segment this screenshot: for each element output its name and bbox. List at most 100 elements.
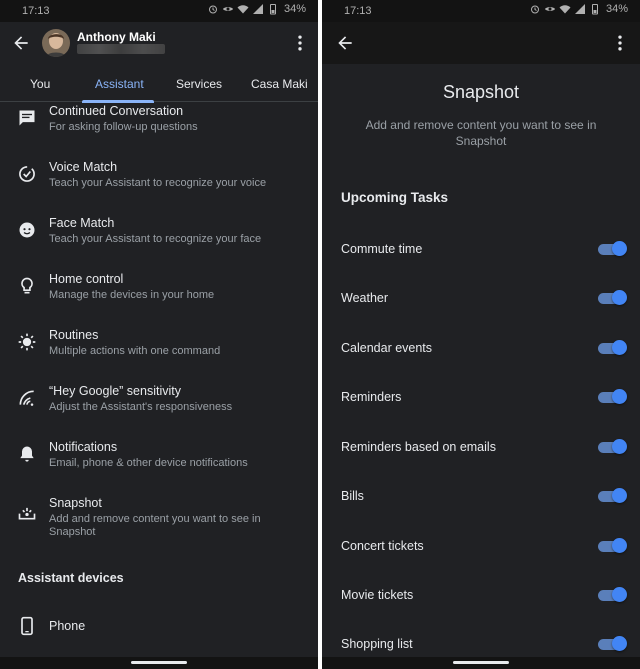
device-phone[interactable]: Phone <box>0 614 318 644</box>
toggle-row-movie-tickets[interactable]: Movie tickets <box>322 584 640 606</box>
overflow-menu-button[interactable] <box>288 31 312 55</box>
assistant-settings-screen: 17:13 34% Anthony Maki You Assistant Ser… <box>0 0 318 669</box>
eye-icon <box>544 7 555 11</box>
toggle-row-weather[interactable]: Weather <box>322 287 640 309</box>
bills-switch[interactable] <box>598 488 627 503</box>
setting-title: “Hey Google” sensitivity <box>49 384 181 398</box>
signal-icon <box>574 4 585 14</box>
toggle-row-bills[interactable]: Bills <box>322 485 640 507</box>
setting-subtitle: Teach your Assistant to recognize your v… <box>49 177 267 189</box>
setting-title: Snapshot <box>49 496 102 510</box>
toggle-label: Reminders <box>341 390 402 404</box>
setting-subtitle: Manage the devices in your home <box>49 289 215 301</box>
overflow-menu-button[interactable] <box>608 31 632 55</box>
toggle-label: Weather <box>341 291 389 305</box>
toggle-row-concert-tickets[interactable]: Concert tickets <box>322 535 640 557</box>
setting-voice-match[interactable]: Voice Match Teach your Assistant to reco… <box>0 158 318 208</box>
calendar-events-switch[interactable] <box>598 340 627 355</box>
signal-icon <box>252 4 263 14</box>
setting-subtitle: Teach your Assistant to recognize your f… <box>49 233 262 245</box>
toggle-label: Concert tickets <box>341 539 424 553</box>
page-title: Snapshot <box>442 82 520 102</box>
navigation-bar <box>0 657 318 669</box>
movie-tickets-switch[interactable] <box>598 587 627 602</box>
toggle-row-shopping-list[interactable]: Shopping list <box>322 633 640 655</box>
snapshot-settings-screen: 17:13 34% Snapshot Add and remove conten… <box>322 0 640 669</box>
back-button[interactable] <box>9 31 33 55</box>
tab-you[interactable]: You <box>30 77 50 91</box>
shopping-list-switch[interactable] <box>598 636 627 651</box>
setting-subtitle: For asking follow-up questions <box>49 121 198 133</box>
home-gesture-pill[interactable] <box>453 661 509 664</box>
account-email-redacted <box>77 44 165 54</box>
account-name: Anthony Maki <box>77 30 156 44</box>
snapshot-icon <box>17 502 37 522</box>
toggle-label: Commute time <box>341 242 423 256</box>
avatar[interactable] <box>42 29 70 57</box>
upcoming-tasks-heading: Upcoming Tasks <box>341 190 449 205</box>
weather-switch[interactable] <box>598 290 627 305</box>
alarm-icon <box>208 5 217 14</box>
setting-title: Continued Conversation <box>49 104 184 118</box>
toggle-label: Reminders based on emails <box>341 440 496 454</box>
toggle-label: Calendar events <box>341 341 433 355</box>
tab-casa-maki[interactable]: Casa Maki <box>251 77 308 91</box>
battery-icon <box>591 4 598 15</box>
arrow-back-icon <box>14 36 28 50</box>
eye-icon <box>222 7 233 11</box>
setting-subtitle: Add and remove content you want to see i… <box>49 513 261 538</box>
setting-home-control[interactable]: Home control Manage the devices in your … <box>0 270 318 320</box>
home-gesture-pill[interactable] <box>131 661 187 664</box>
toggle-row-reminders[interactable]: Reminders <box>322 386 640 408</box>
setting-snapshot[interactable]: Snapshot Add and remove content you want… <box>0 494 318 554</box>
battery-icon <box>269 4 276 15</box>
account-header: Anthony Maki You Assistant Services Casa… <box>0 22 318 103</box>
toggle-label: Bills <box>341 489 364 503</box>
arrow-back-icon <box>338 36 352 50</box>
setting-notifications[interactable]: Notifications Email, phone & other devic… <box>0 438 318 488</box>
lightbulb-icon <box>17 276 37 296</box>
app-bar <box>322 22 640 64</box>
sensitivity-icon <box>17 388 37 408</box>
toggle-row-commute-time[interactable]: Commute time <box>322 238 640 260</box>
battery-percent: 34% <box>605 3 628 15</box>
tab-services[interactable]: Services <box>176 77 222 91</box>
more-vert-icon <box>298 35 302 51</box>
toggle-row-calendar-events[interactable]: Calendar events <box>322 337 640 359</box>
tab-assistant[interactable]: Assistant <box>95 77 144 91</box>
setting-title: Home control <box>49 272 124 286</box>
reminders-switch[interactable] <box>598 389 627 404</box>
more-vert-icon <box>618 35 622 51</box>
toggle-row-reminders-emails[interactable]: Reminders based on emails <box>322 436 640 458</box>
setting-routines[interactable]: Routines Multiple actions with one comma… <box>0 326 318 376</box>
status-time: 17:13 <box>344 5 372 17</box>
device-title: Phone <box>49 619 86 633</box>
setting-title: Notifications <box>49 440 118 454</box>
settings-tabs: You Assistant Services Casa Maki <box>0 72 318 103</box>
phone-icon <box>17 616 37 636</box>
setting-hey-google-sensitivity[interactable]: “Hey Google” sensitivity Adjust the Assi… <box>0 382 318 432</box>
battery-percent: 34% <box>283 3 306 15</box>
page-subtitle: Add and remove content you want to see i… <box>365 118 597 148</box>
setting-title: Routines <box>49 328 99 342</box>
concert-tickets-switch[interactable] <box>598 538 627 553</box>
voice-match-icon <box>17 164 37 184</box>
chat-icon <box>17 108 37 128</box>
setting-subtitle: Multiple actions with one command <box>49 345 221 357</box>
navigation-bar <box>322 657 640 669</box>
setting-continued-conversation[interactable]: Continued Conversation For asking follow… <box>0 102 318 152</box>
bell-icon <box>17 444 37 464</box>
setting-title: Voice Match <box>49 160 118 174</box>
reminders-emails-switch[interactable] <box>598 439 627 454</box>
toggle-label: Movie tickets <box>341 588 414 602</box>
alarm-icon <box>530 5 539 14</box>
back-button[interactable] <box>333 31 357 55</box>
commute-time-switch[interactable] <box>598 241 627 256</box>
wifi-icon <box>559 5 571 14</box>
setting-subtitle: Adjust the Assistant's responsiveness <box>49 401 233 413</box>
assistant-devices-heading: Assistant devices <box>18 571 124 585</box>
toggle-label: Shopping list <box>341 637 413 651</box>
setting-face-match[interactable]: Face Match Teach your Assistant to recog… <box>0 214 318 264</box>
status-time: 17:13 <box>22 5 50 17</box>
wifi-icon <box>237 5 249 14</box>
